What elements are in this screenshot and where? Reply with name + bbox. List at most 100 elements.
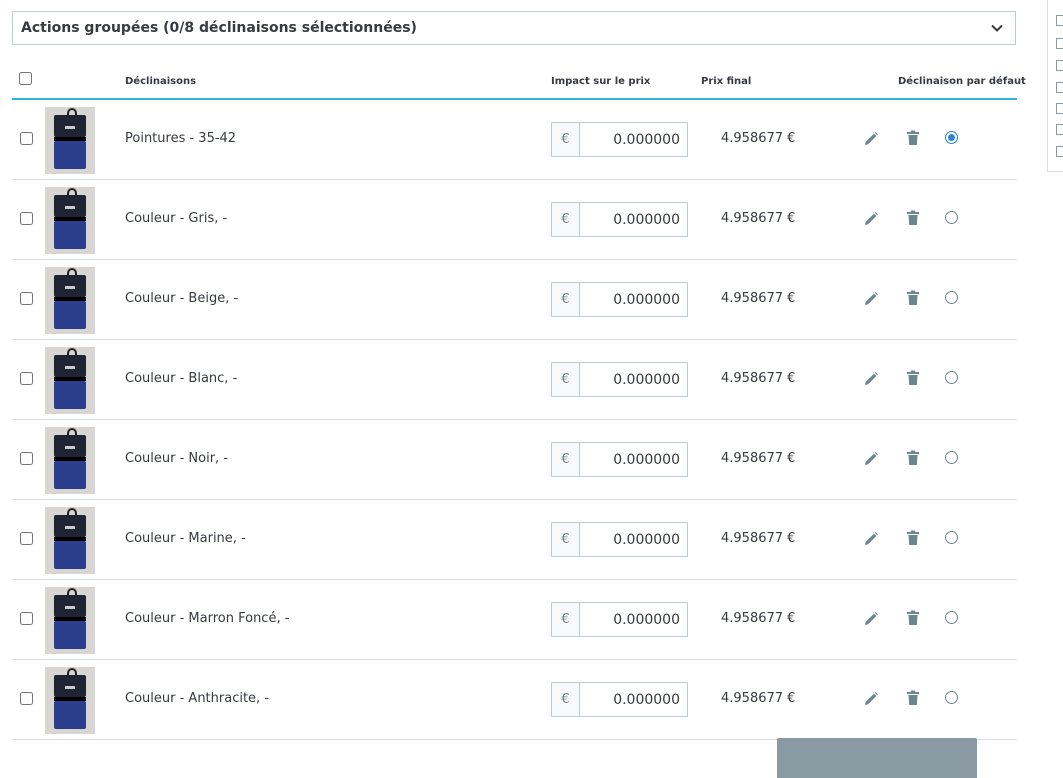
trash-icon[interactable] xyxy=(906,290,920,306)
price-impact-input[interactable] xyxy=(580,523,687,556)
price-impact-input[interactable] xyxy=(580,683,687,716)
side-checkbox[interactable] xyxy=(1056,60,1063,71)
final-price: 4.958677 € xyxy=(721,371,796,386)
bulk-actions-dropdown[interactable]: Actions groupées (0/8 déclinaisons sélec… xyxy=(12,11,1016,45)
trash-icon[interactable] xyxy=(906,690,920,706)
product-thumbnail xyxy=(45,347,95,414)
side-checkbox[interactable] xyxy=(1056,82,1063,93)
price-impact-group: € xyxy=(551,122,688,157)
price-impact-group: € xyxy=(551,682,688,717)
product-thumbnail xyxy=(45,507,95,574)
price-impact-group: € xyxy=(551,362,688,397)
table-row: Couleur - Beige, - € 4.958677 € xyxy=(12,260,1017,340)
pencil-icon[interactable] xyxy=(863,691,879,707)
currency-addon: € xyxy=(552,123,580,156)
table-row: Couleur - Marine, - € 4.958677 € xyxy=(12,500,1017,580)
header-price-impact: Impact sur le prix xyxy=(551,76,651,87)
default-radio[interactable] xyxy=(945,131,958,144)
side-checkbox[interactable] xyxy=(1056,38,1063,49)
combination-name: Couleur - Beige, - xyxy=(125,291,239,306)
product-thumbnail xyxy=(45,267,95,334)
select-all-checkbox[interactable] xyxy=(19,72,32,85)
row-select-checkbox[interactable] xyxy=(20,212,33,225)
side-checkbox[interactable] xyxy=(1056,146,1063,157)
pencil-icon[interactable] xyxy=(863,531,879,547)
header-final-price: Prix final xyxy=(701,76,752,87)
combination-name: Couleur - Noir, - xyxy=(125,451,229,466)
price-impact-group: € xyxy=(551,522,688,557)
row-select-checkbox[interactable] xyxy=(20,132,33,145)
row-select-checkbox[interactable] xyxy=(20,292,33,305)
product-thumbnail xyxy=(45,187,95,254)
row-select-checkbox[interactable] xyxy=(20,612,33,625)
price-impact-group: € xyxy=(551,282,688,317)
currency-addon: € xyxy=(552,443,580,476)
table-row: Couleur - Gris, - € 4.958677 € xyxy=(12,180,1017,260)
save-button[interactable] xyxy=(777,738,977,778)
currency-addon: € xyxy=(552,283,580,316)
row-select-checkbox[interactable] xyxy=(20,692,33,705)
product-thumbnail xyxy=(45,427,95,494)
combination-name: Couleur - Anthracite, - xyxy=(125,691,270,706)
default-radio[interactable] xyxy=(945,291,958,304)
combination-name: Couleur - Marine, - xyxy=(125,531,246,546)
price-impact-input[interactable] xyxy=(580,603,687,636)
default-radio[interactable] xyxy=(945,211,958,224)
trash-icon[interactable] xyxy=(906,530,920,546)
price-impact-input[interactable] xyxy=(580,363,687,396)
combination-name: Couleur - Gris, - xyxy=(125,211,228,226)
price-impact-input[interactable] xyxy=(580,443,687,476)
pencil-icon[interactable] xyxy=(863,291,879,307)
header-default: Déclinaison par défaut xyxy=(898,76,1026,87)
table-header: Déclinaisons Impact sur le prix Prix fin… xyxy=(12,61,1026,100)
price-impact-group: € xyxy=(551,602,688,637)
product-thumbnail xyxy=(45,587,95,654)
pencil-icon[interactable] xyxy=(863,371,879,387)
price-impact-input[interactable] xyxy=(580,283,687,316)
pencil-icon[interactable] xyxy=(863,451,879,467)
price-impact-group: € xyxy=(551,202,688,237)
default-radio[interactable] xyxy=(945,531,958,544)
final-price: 4.958677 € xyxy=(721,691,796,706)
default-radio[interactable] xyxy=(945,451,958,464)
final-price: 4.958677 € xyxy=(721,531,796,546)
row-select-checkbox[interactable] xyxy=(20,452,33,465)
row-select-checkbox[interactable] xyxy=(20,372,33,385)
trash-icon[interactable] xyxy=(906,210,920,226)
combinations-list: Pointures - 35-42 € 4.958677 € Couleur -… xyxy=(12,100,1017,740)
header-combinations: Déclinaisons xyxy=(125,76,197,87)
trash-icon[interactable] xyxy=(906,610,920,626)
currency-addon: € xyxy=(552,203,580,236)
trash-icon[interactable] xyxy=(906,370,920,386)
pencil-icon[interactable] xyxy=(863,131,879,147)
default-radio[interactable] xyxy=(945,691,958,704)
currency-addon: € xyxy=(552,683,580,716)
side-checkbox[interactable] xyxy=(1056,103,1063,114)
side-checkbox[interactable] xyxy=(1056,15,1063,26)
table-row: Couleur - Marron Foncé, - € 4.958677 € xyxy=(12,580,1017,660)
pencil-icon[interactable] xyxy=(863,611,879,627)
default-radio[interactable] xyxy=(945,371,958,384)
table-row: Couleur - Noir, - € 4.958677 € xyxy=(12,420,1017,500)
table-row: Couleur - Blanc, - € 4.958677 € xyxy=(12,340,1017,420)
final-price: 4.958677 € xyxy=(721,211,796,226)
price-impact-input[interactable] xyxy=(580,123,687,156)
default-radio[interactable] xyxy=(945,611,958,624)
trash-icon[interactable] xyxy=(906,450,920,466)
price-impact-input[interactable] xyxy=(580,203,687,236)
bulk-actions-label: Actions groupées (0/8 déclinaisons sélec… xyxy=(21,20,417,36)
side-checkbox[interactable] xyxy=(1056,124,1063,135)
combination-name: Couleur - Marron Foncé, - xyxy=(125,611,290,626)
price-impact-group: € xyxy=(551,442,688,477)
table-row: Pointures - 35-42 € 4.958677 € xyxy=(12,100,1017,180)
trash-icon[interactable] xyxy=(906,130,920,146)
final-price: 4.958677 € xyxy=(721,291,796,306)
currency-addon: € xyxy=(552,603,580,636)
chevron-down-icon xyxy=(989,20,1005,36)
combination-name: Couleur - Blanc, - xyxy=(125,371,238,386)
pencil-icon[interactable] xyxy=(863,211,879,227)
side-panel xyxy=(1047,0,1063,172)
currency-addon: € xyxy=(552,523,580,556)
row-select-checkbox[interactable] xyxy=(20,532,33,545)
currency-addon: € xyxy=(552,363,580,396)
